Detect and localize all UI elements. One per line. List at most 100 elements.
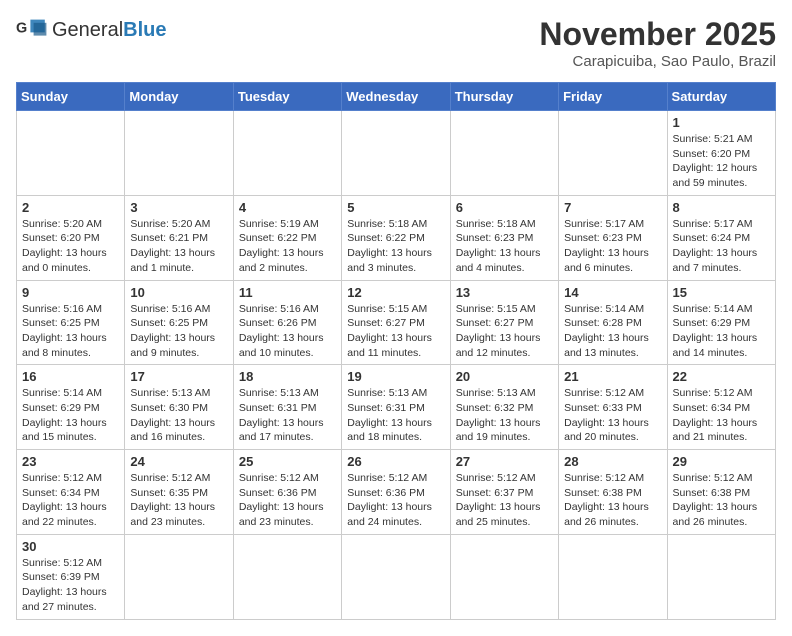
- weekday-header-tuesday: Tuesday: [233, 83, 341, 111]
- calendar-table: SundayMondayTuesdayWednesdayThursdayFrid…: [16, 82, 776, 620]
- day-number: 4: [239, 200, 336, 215]
- day-number: 12: [347, 285, 444, 300]
- day-number: 6: [456, 200, 553, 215]
- day-info: Sunrise: 5:12 AM Sunset: 6:38 PM Dayligh…: [564, 471, 661, 530]
- week-row-0: 1 Sunrise: 5:21 AM Sunset: 6:20 PM Daylig…: [17, 111, 776, 196]
- day-number: 19: [347, 369, 444, 384]
- logo-text: GeneralBlue: [52, 19, 167, 42]
- day-info: Sunrise: 5:17 AM Sunset: 6:24 PM Dayligh…: [673, 217, 770, 276]
- calendar-cell: 15Sunrise: 5:14 AM Sunset: 6:29 PM Dayli…: [667, 280, 775, 365]
- day-number: 26: [347, 454, 444, 469]
- day-number: 18: [239, 369, 336, 384]
- title-block: November 2025 Carapicuiba, Sao Paulo, Br…: [539, 16, 776, 70]
- day-info: Sunrise: 5:20 AM Sunset: 6:20 PM Dayligh…: [22, 217, 119, 276]
- day-number: 10: [130, 285, 227, 300]
- calendar-cell: 3 Sunrise: 5:20 AM Sunset: 6:21 PM Daylig…: [125, 195, 233, 280]
- week-row-5: 30 Sunrise: 5:12 AM Sunset: 6:39 PM Dayli…: [17, 534, 776, 619]
- day-info: Sunrise: 5:14 AM Sunset: 6:29 PM Dayligh…: [22, 386, 119, 445]
- day-info: Sunrise: 5:13 AM Sunset: 6:32 PM Dayligh…: [456, 386, 553, 445]
- calendar-cell: [17, 111, 125, 196]
- day-number: 29: [673, 454, 770, 469]
- day-number: 25: [239, 454, 336, 469]
- calendar-cell: 6 Sunrise: 5:18 AM Sunset: 6:23 PM Daylig…: [450, 195, 558, 280]
- weekday-header-thursday: Thursday: [450, 83, 558, 111]
- day-number: 17: [130, 369, 227, 384]
- day-info: Sunrise: 5:14 AM Sunset: 6:28 PM Dayligh…: [564, 302, 661, 361]
- calendar-cell: 27 Sunrise: 5:12 AM Sunset: 6:37 PM Dayli…: [450, 450, 558, 535]
- day-info: Sunrise: 5:21 AM Sunset: 6:20 PM Dayligh…: [673, 132, 770, 191]
- calendar-cell: 21Sunrise: 5:12 AM Sunset: 6:33 PM Dayli…: [559, 365, 667, 450]
- day-number: 14: [564, 285, 661, 300]
- weekday-header-saturday: Saturday: [667, 83, 775, 111]
- day-info: Sunrise: 5:12 AM Sunset: 6:39 PM Dayligh…: [22, 556, 119, 615]
- calendar-cell: 4 Sunrise: 5:19 AM Sunset: 6:22 PM Daylig…: [233, 195, 341, 280]
- calendar-cell: [450, 534, 558, 619]
- day-info: Sunrise: 5:12 AM Sunset: 6:36 PM Dayligh…: [347, 471, 444, 530]
- calendar-cell: [450, 111, 558, 196]
- day-info: Sunrise: 5:17 AM Sunset: 6:23 PM Dayligh…: [564, 217, 661, 276]
- calendar-cell: 13Sunrise: 5:15 AM Sunset: 6:27 PM Dayli…: [450, 280, 558, 365]
- day-info: Sunrise: 5:16 AM Sunset: 6:25 PM Dayligh…: [130, 302, 227, 361]
- week-row-4: 23Sunrise: 5:12 AM Sunset: 6:34 PM Dayli…: [17, 450, 776, 535]
- calendar-cell: 1 Sunrise: 5:21 AM Sunset: 6:20 PM Daylig…: [667, 111, 775, 196]
- week-row-1: 2Sunrise: 5:20 AM Sunset: 6:20 PM Daylig…: [17, 195, 776, 280]
- logo-icon: G: [16, 16, 48, 44]
- calendar-cell: 30 Sunrise: 5:12 AM Sunset: 6:39 PM Dayli…: [17, 534, 125, 619]
- day-number: 3: [130, 200, 227, 215]
- day-info: Sunrise: 5:12 AM Sunset: 6:36 PM Dayligh…: [239, 471, 336, 530]
- day-info: Sunrise: 5:20 AM Sunset: 6:21 PM Dayligh…: [130, 217, 227, 276]
- day-info: Sunrise: 5:12 AM Sunset: 6:34 PM Dayligh…: [673, 386, 770, 445]
- day-info: Sunrise: 5:13 AM Sunset: 6:31 PM Dayligh…: [347, 386, 444, 445]
- day-number: 1: [673, 115, 770, 130]
- calendar-cell: [342, 111, 450, 196]
- calendar-cell: 24 Sunrise: 5:12 AM Sunset: 6:35 PM Dayli…: [125, 450, 233, 535]
- calendar-cell: 22 Sunrise: 5:12 AM Sunset: 6:34 PM Dayli…: [667, 365, 775, 450]
- calendar-cell: 9 Sunrise: 5:16 AM Sunset: 6:25 PM Daylig…: [17, 280, 125, 365]
- day-info: Sunrise: 5:15 AM Sunset: 6:27 PM Dayligh…: [347, 302, 444, 361]
- day-info: Sunrise: 5:13 AM Sunset: 6:31 PM Dayligh…: [239, 386, 336, 445]
- calendar-cell: [667, 534, 775, 619]
- weekday-header-wednesday: Wednesday: [342, 83, 450, 111]
- calendar-cell: 19 Sunrise: 5:13 AM Sunset: 6:31 PM Dayli…: [342, 365, 450, 450]
- calendar-cell: 26 Sunrise: 5:12 AM Sunset: 6:36 PM Dayli…: [342, 450, 450, 535]
- weekday-header-friday: Friday: [559, 83, 667, 111]
- day-info: Sunrise: 5:12 AM Sunset: 6:35 PM Dayligh…: [130, 471, 227, 530]
- day-number: 28: [564, 454, 661, 469]
- weekday-header-sunday: Sunday: [17, 83, 125, 111]
- day-number: 15: [673, 285, 770, 300]
- svg-text:G: G: [16, 20, 27, 36]
- calendar-cell: 12 Sunrise: 5:15 AM Sunset: 6:27 PM Dayli…: [342, 280, 450, 365]
- calendar-cell: 28 Sunrise: 5:12 AM Sunset: 6:38 PM Dayli…: [559, 450, 667, 535]
- calendar-cell: 16Sunrise: 5:14 AM Sunset: 6:29 PM Dayli…: [17, 365, 125, 450]
- calendar-cell: 20Sunrise: 5:13 AM Sunset: 6:32 PM Dayli…: [450, 365, 558, 450]
- day-info: Sunrise: 5:19 AM Sunset: 6:22 PM Dayligh…: [239, 217, 336, 276]
- day-info: Sunrise: 5:12 AM Sunset: 6:37 PM Dayligh…: [456, 471, 553, 530]
- day-number: 23: [22, 454, 119, 469]
- calendar-cell: 7 Sunrise: 5:17 AM Sunset: 6:23 PM Daylig…: [559, 195, 667, 280]
- day-info: Sunrise: 5:12 AM Sunset: 6:38 PM Dayligh…: [673, 471, 770, 530]
- day-number: 9: [22, 285, 119, 300]
- day-number: 22: [673, 369, 770, 384]
- week-row-2: 9 Sunrise: 5:16 AM Sunset: 6:25 PM Daylig…: [17, 280, 776, 365]
- calendar-cell: [125, 534, 233, 619]
- day-number: 5: [347, 200, 444, 215]
- calendar-cell: 25 Sunrise: 5:12 AM Sunset: 6:36 PM Dayli…: [233, 450, 341, 535]
- day-info: Sunrise: 5:13 AM Sunset: 6:30 PM Dayligh…: [130, 386, 227, 445]
- day-number: 30: [22, 539, 119, 554]
- calendar-cell: [233, 534, 341, 619]
- calendar-cell: 17 Sunrise: 5:13 AM Sunset: 6:30 PM Dayli…: [125, 365, 233, 450]
- calendar-cell: 14 Sunrise: 5:14 AM Sunset: 6:28 PM Dayli…: [559, 280, 667, 365]
- week-row-3: 16Sunrise: 5:14 AM Sunset: 6:29 PM Dayli…: [17, 365, 776, 450]
- day-number: 24: [130, 454, 227, 469]
- day-number: 7: [564, 200, 661, 215]
- day-number: 13: [456, 285, 553, 300]
- calendar-cell: [559, 534, 667, 619]
- calendar-cell: 11Sunrise: 5:16 AM Sunset: 6:26 PM Dayli…: [233, 280, 341, 365]
- day-number: 27: [456, 454, 553, 469]
- day-number: 11: [239, 285, 336, 300]
- location: Carapicuiba, Sao Paulo, Brazil: [539, 53, 776, 70]
- day-info: Sunrise: 5:16 AM Sunset: 6:25 PM Dayligh…: [22, 302, 119, 361]
- calendar-cell: [233, 111, 341, 196]
- day-info: Sunrise: 5:18 AM Sunset: 6:23 PM Dayligh…: [456, 217, 553, 276]
- page-header: G GeneralBlue November 2025 Carapicuiba,…: [16, 16, 776, 70]
